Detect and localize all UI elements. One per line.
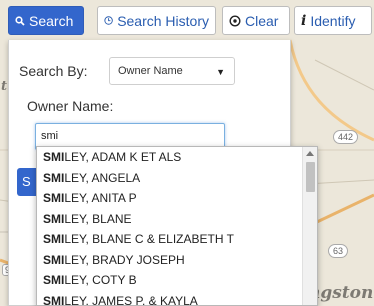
- autocomplete-list: SMILEY, ADAM K ET ALS SMILEY, ANGELA SMI…: [36, 146, 318, 306]
- scrollbar-thumb[interactable]: [306, 162, 315, 192]
- clear-button[interactable]: Clear: [222, 6, 290, 35]
- clear-icon: [229, 14, 241, 27]
- clock-icon: [104, 16, 113, 25]
- highway-shield-442: 442: [333, 130, 359, 144]
- autocomplete-item[interactable]: SMILEY, BRADY JOSEPH: [37, 250, 317, 271]
- map-place-label-partial: t: [1, 79, 8, 94]
- autocomplete-item[interactable]: SMILEY, ANGELA: [37, 168, 317, 189]
- autocomplete-item[interactable]: SMILEY, ANITA P: [37, 188, 317, 209]
- info-icon: i: [301, 12, 307, 29]
- search-button-label: Search: [29, 12, 74, 29]
- identify-button-label: Identify: [310, 12, 356, 29]
- autocomplete-item[interactable]: SMILEY, BLANE C & ELIZABETH T: [37, 229, 317, 250]
- autocomplete-item[interactable]: SMILEY, JAMES P. & KAYLA: [37, 291, 317, 306]
- search-by-select[interactable]: Owner Name ▼: [109, 57, 235, 85]
- identify-button[interactable]: i Identify: [294, 6, 372, 35]
- search-by-label: Search By:: [19, 63, 88, 79]
- search-history-button[interactable]: Search History: [97, 6, 216, 35]
- autocomplete-scrollbar[interactable]: [302, 147, 317, 305]
- clear-button-label: Clear: [245, 12, 279, 29]
- search-by-value: Owner Name: [118, 65, 183, 77]
- highway-shield-63: 63: [328, 244, 349, 258]
- toolbar: Search Search History Clear i Identify: [0, 0, 374, 40]
- search-icon: [15, 15, 25, 26]
- autocomplete-item[interactable]: SMILEY, ADAM K ET ALS: [37, 147, 317, 168]
- autocomplete-item[interactable]: SMILEY, COTY B: [37, 270, 317, 291]
- dropdown-caret-icon: ▼: [216, 67, 225, 77]
- owner-name-label: Owner Name:: [27, 98, 114, 114]
- scroll-up-arrow-icon[interactable]: [306, 151, 314, 156]
- search-button[interactable]: Search: [8, 6, 84, 35]
- autocomplete-item[interactable]: SMILEY, BLANE: [37, 209, 317, 230]
- owner-name-value: smi: [41, 130, 59, 142]
- search-history-label: Search History: [117, 12, 209, 29]
